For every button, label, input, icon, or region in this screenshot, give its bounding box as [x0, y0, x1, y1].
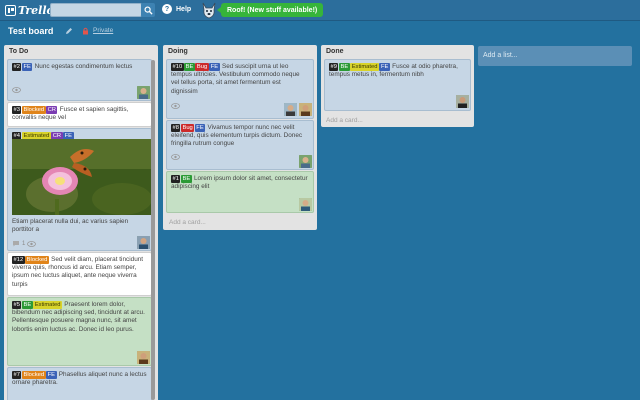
avatar[interactable]	[299, 103, 312, 116]
card-text: #3 Blocked CR Fusce et sapien sagittis, co…	[12, 106, 147, 122]
watch-icon	[171, 103, 180, 109]
card[interactable]: #9 BE Estimated FE Fusce at odio pharetra, …	[324, 59, 471, 111]
card-text: #7 Blocked FE Phasellus aliquet nunc a lec…	[12, 371, 147, 387]
avatar[interactable]	[137, 351, 150, 364]
label-bug: Bug	[195, 63, 209, 71]
card-text: #5 BE Estimated Praesent lorem dolor, bibe…	[12, 301, 147, 334]
add-list-input[interactable]: Add a list...	[478, 46, 632, 66]
card[interactable]: #2 FE Nunc egestas condimentum lectus	[7, 59, 152, 101]
notification-button[interactable]: Roof! (New stuff available!)	[216, 3, 324, 17]
list-title: To Do	[9, 48, 29, 55]
label-be: BE	[338, 63, 350, 71]
card-cover-image	[12, 139, 151, 215]
help-icon: ?	[162, 4, 172, 14]
add-card-link[interactable]: Add a card...	[326, 117, 363, 124]
comments-badge: 1	[12, 240, 37, 247]
label-fe: FE	[379, 63, 390, 71]
add-card-link[interactable]: Add a card...	[169, 219, 206, 226]
label-be: BE	[180, 175, 192, 183]
card-text: #1 BE Lorem ipsum dolor sit amet, consect…	[171, 175, 309, 191]
card-title: Etiam placerat nulla dui, ac varius sapi…	[12, 218, 129, 234]
card-number: #10	[171, 63, 184, 71]
card[interactable]: #4 Estimated CR FE Etiam placerat nulla dui…	[7, 128, 152, 251]
label-estimated: Estimated	[350, 63, 379, 71]
label-be: BE	[184, 63, 195, 71]
trello-board-icon	[5, 5, 16, 16]
list-title: Done	[326, 48, 344, 55]
card-number: #1	[171, 175, 181, 183]
card-number: #12	[12, 256, 25, 264]
label-blocked: Blocked	[25, 256, 49, 264]
card-number: #8	[171, 124, 181, 132]
label-fe: FE	[194, 124, 206, 132]
list-todo: To Do #2 FE Nunc egestas condimentum lect…	[4, 45, 158, 400]
list-doing: Doing #10 BE Bug FE Sed suscipit urna ut le…	[163, 45, 317, 230]
trello-logo[interactable]: Trello	[5, 4, 54, 17]
label-be: BE	[21, 301, 33, 309]
card-text: #12 Blocked Sed velit diam, placerat tinc…	[12, 256, 147, 289]
help-label: Help	[176, 5, 192, 13]
avatar[interactable]	[137, 86, 150, 99]
label-cr: CR	[46, 106, 58, 114]
card-number: #2	[12, 63, 22, 71]
label-blocked: Blocked	[21, 371, 46, 379]
privacy-link[interactable]: Private	[93, 27, 113, 34]
card-number: #9	[329, 63, 339, 71]
card-title: Lorem ipsum dolor sit amet, consectetur …	[171, 175, 308, 191]
card-text: #9 BE Estimated FE Fusce at odio pharetra, …	[329, 63, 466, 79]
watch-icon	[27, 240, 37, 247]
card-number: #7	[12, 371, 22, 379]
avatar[interactable]	[137, 236, 150, 249]
card[interactable]: #1 BE Lorem ipsum dolor sit amet, consect…	[166, 171, 314, 213]
card[interactable]: #5 BE Estimated Praesent lorem dolor, bibe…	[7, 297, 152, 366]
label-bug: Bug	[180, 124, 195, 132]
card-title: Nunc egestas condimentum lectus	[34, 63, 133, 70]
logo-text: Trello	[18, 4, 54, 17]
avatar[interactable]	[299, 155, 312, 168]
card[interactable]: #10 BE Bug FE Sed suscipit urna ut leo temp…	[166, 59, 314, 119]
search-input[interactable]	[50, 3, 142, 17]
label-blocked: Blocked	[21, 106, 46, 114]
help-button[interactable]: ? Help	[162, 4, 191, 14]
card-text: #10 BE Bug FE Sed suscipit urna ut leo temp…	[171, 63, 309, 96]
label-fe: FE	[209, 63, 220, 71]
avatar[interactable]	[284, 103, 297, 116]
search-icon	[143, 5, 153, 15]
card-text: #2 FE Nunc egestas condimentum lectus	[12, 63, 147, 71]
card[interactable]: #3 Blocked CR Fusce et sapien sagittis, co…	[7, 102, 152, 127]
watch-icon	[171, 154, 180, 160]
card[interactable]: #12 Blocked Sed velit diam, placerat tinc…	[7, 252, 152, 296]
comment-icon	[13, 241, 19, 247]
watch-icon	[12, 87, 21, 93]
list-done: Done #9 BE Estimated FE Fusce at odio phare…	[321, 45, 474, 127]
avatar[interactable]	[456, 95, 469, 108]
search-button[interactable]	[141, 3, 155, 17]
card[interactable]: #8 Bug FE Vivamus tempor nunc nec velit el…	[166, 120, 314, 170]
avatar[interactable]	[299, 198, 312, 211]
taco-mascot-icon[interactable]	[200, 1, 218, 20]
card-number: #3	[12, 106, 22, 114]
board-title[interactable]: Test board	[8, 26, 53, 36]
lock-icon	[83, 27, 88, 35]
card-text: Etiam placerat nulla dui, ac varius sapi…	[12, 218, 147, 234]
card-number: #5	[12, 301, 22, 309]
label-fe: FE	[21, 63, 33, 71]
pencil-icon[interactable]	[65, 27, 73, 35]
top-header: Trello ? Help Roof! (New stuff available…	[0, 0, 640, 21]
card-text: #8 Bug FE Vivamus tempor nunc nec velit el…	[171, 124, 309, 149]
list-title: Doing	[168, 48, 188, 55]
list-scrollbar[interactable]	[151, 60, 155, 400]
label-fe: FE	[46, 371, 57, 379]
comment-count: 1	[22, 240, 26, 247]
label-estimated: Estimated	[33, 301, 62, 309]
card[interactable]: #7 Blocked FE Phasellus aliquet nunc a lec…	[7, 367, 152, 400]
